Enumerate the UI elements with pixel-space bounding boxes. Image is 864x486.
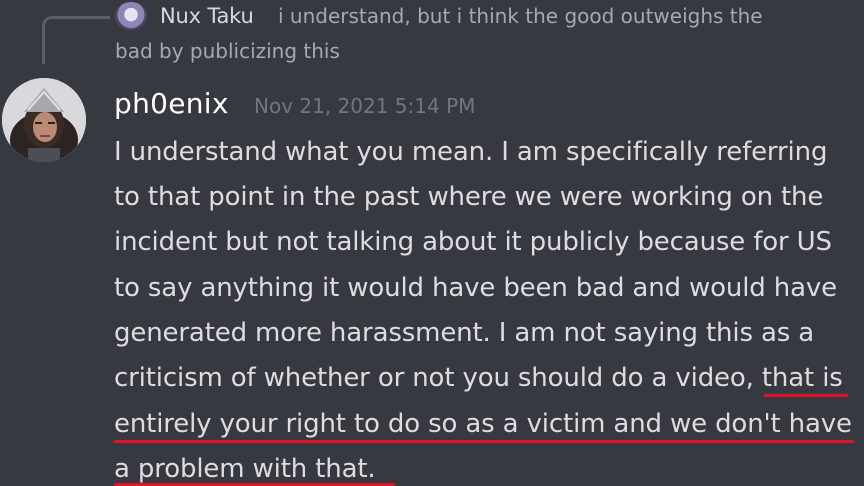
- message-timestamp[interactable]: Nov 21, 2021 5:14 PM: [254, 88, 475, 124]
- reply-author-avatar[interactable]: [115, 2, 147, 30]
- message-line: a problem with that.: [114, 454, 376, 484]
- author-avatar[interactable]: [2, 78, 86, 162]
- reply-preview-text[interactable]: i understand, but i think the good outwe…: [278, 2, 763, 30]
- message-line: to that point in the past where we were …: [114, 182, 824, 212]
- message-line: incident but not talking about it public…: [114, 227, 832, 257]
- red-underline-annotation: [114, 440, 854, 443]
- message-line: to say anything it would have been bad a…: [114, 273, 837, 303]
- message-line: entirely your right to do so as a victim…: [114, 409, 852, 439]
- message-line: generated more harassment. I am not sayi…: [114, 318, 815, 348]
- message-line: criticism of whether or not you should d…: [114, 363, 843, 393]
- chat-message-view: Nux Taku i understand, but i think the g…: [0, 0, 864, 486]
- reply-author-name[interactable]: Nux Taku: [160, 2, 254, 30]
- message-author-name[interactable]: ph0enix: [114, 84, 229, 124]
- red-underline-annotation: [764, 394, 848, 397]
- message-line: I understand what you mean. I am specifi…: [114, 137, 828, 167]
- reply-preview-text-continued[interactable]: bad by publicizing this: [115, 37, 340, 65]
- reply-connector: [42, 16, 110, 64]
